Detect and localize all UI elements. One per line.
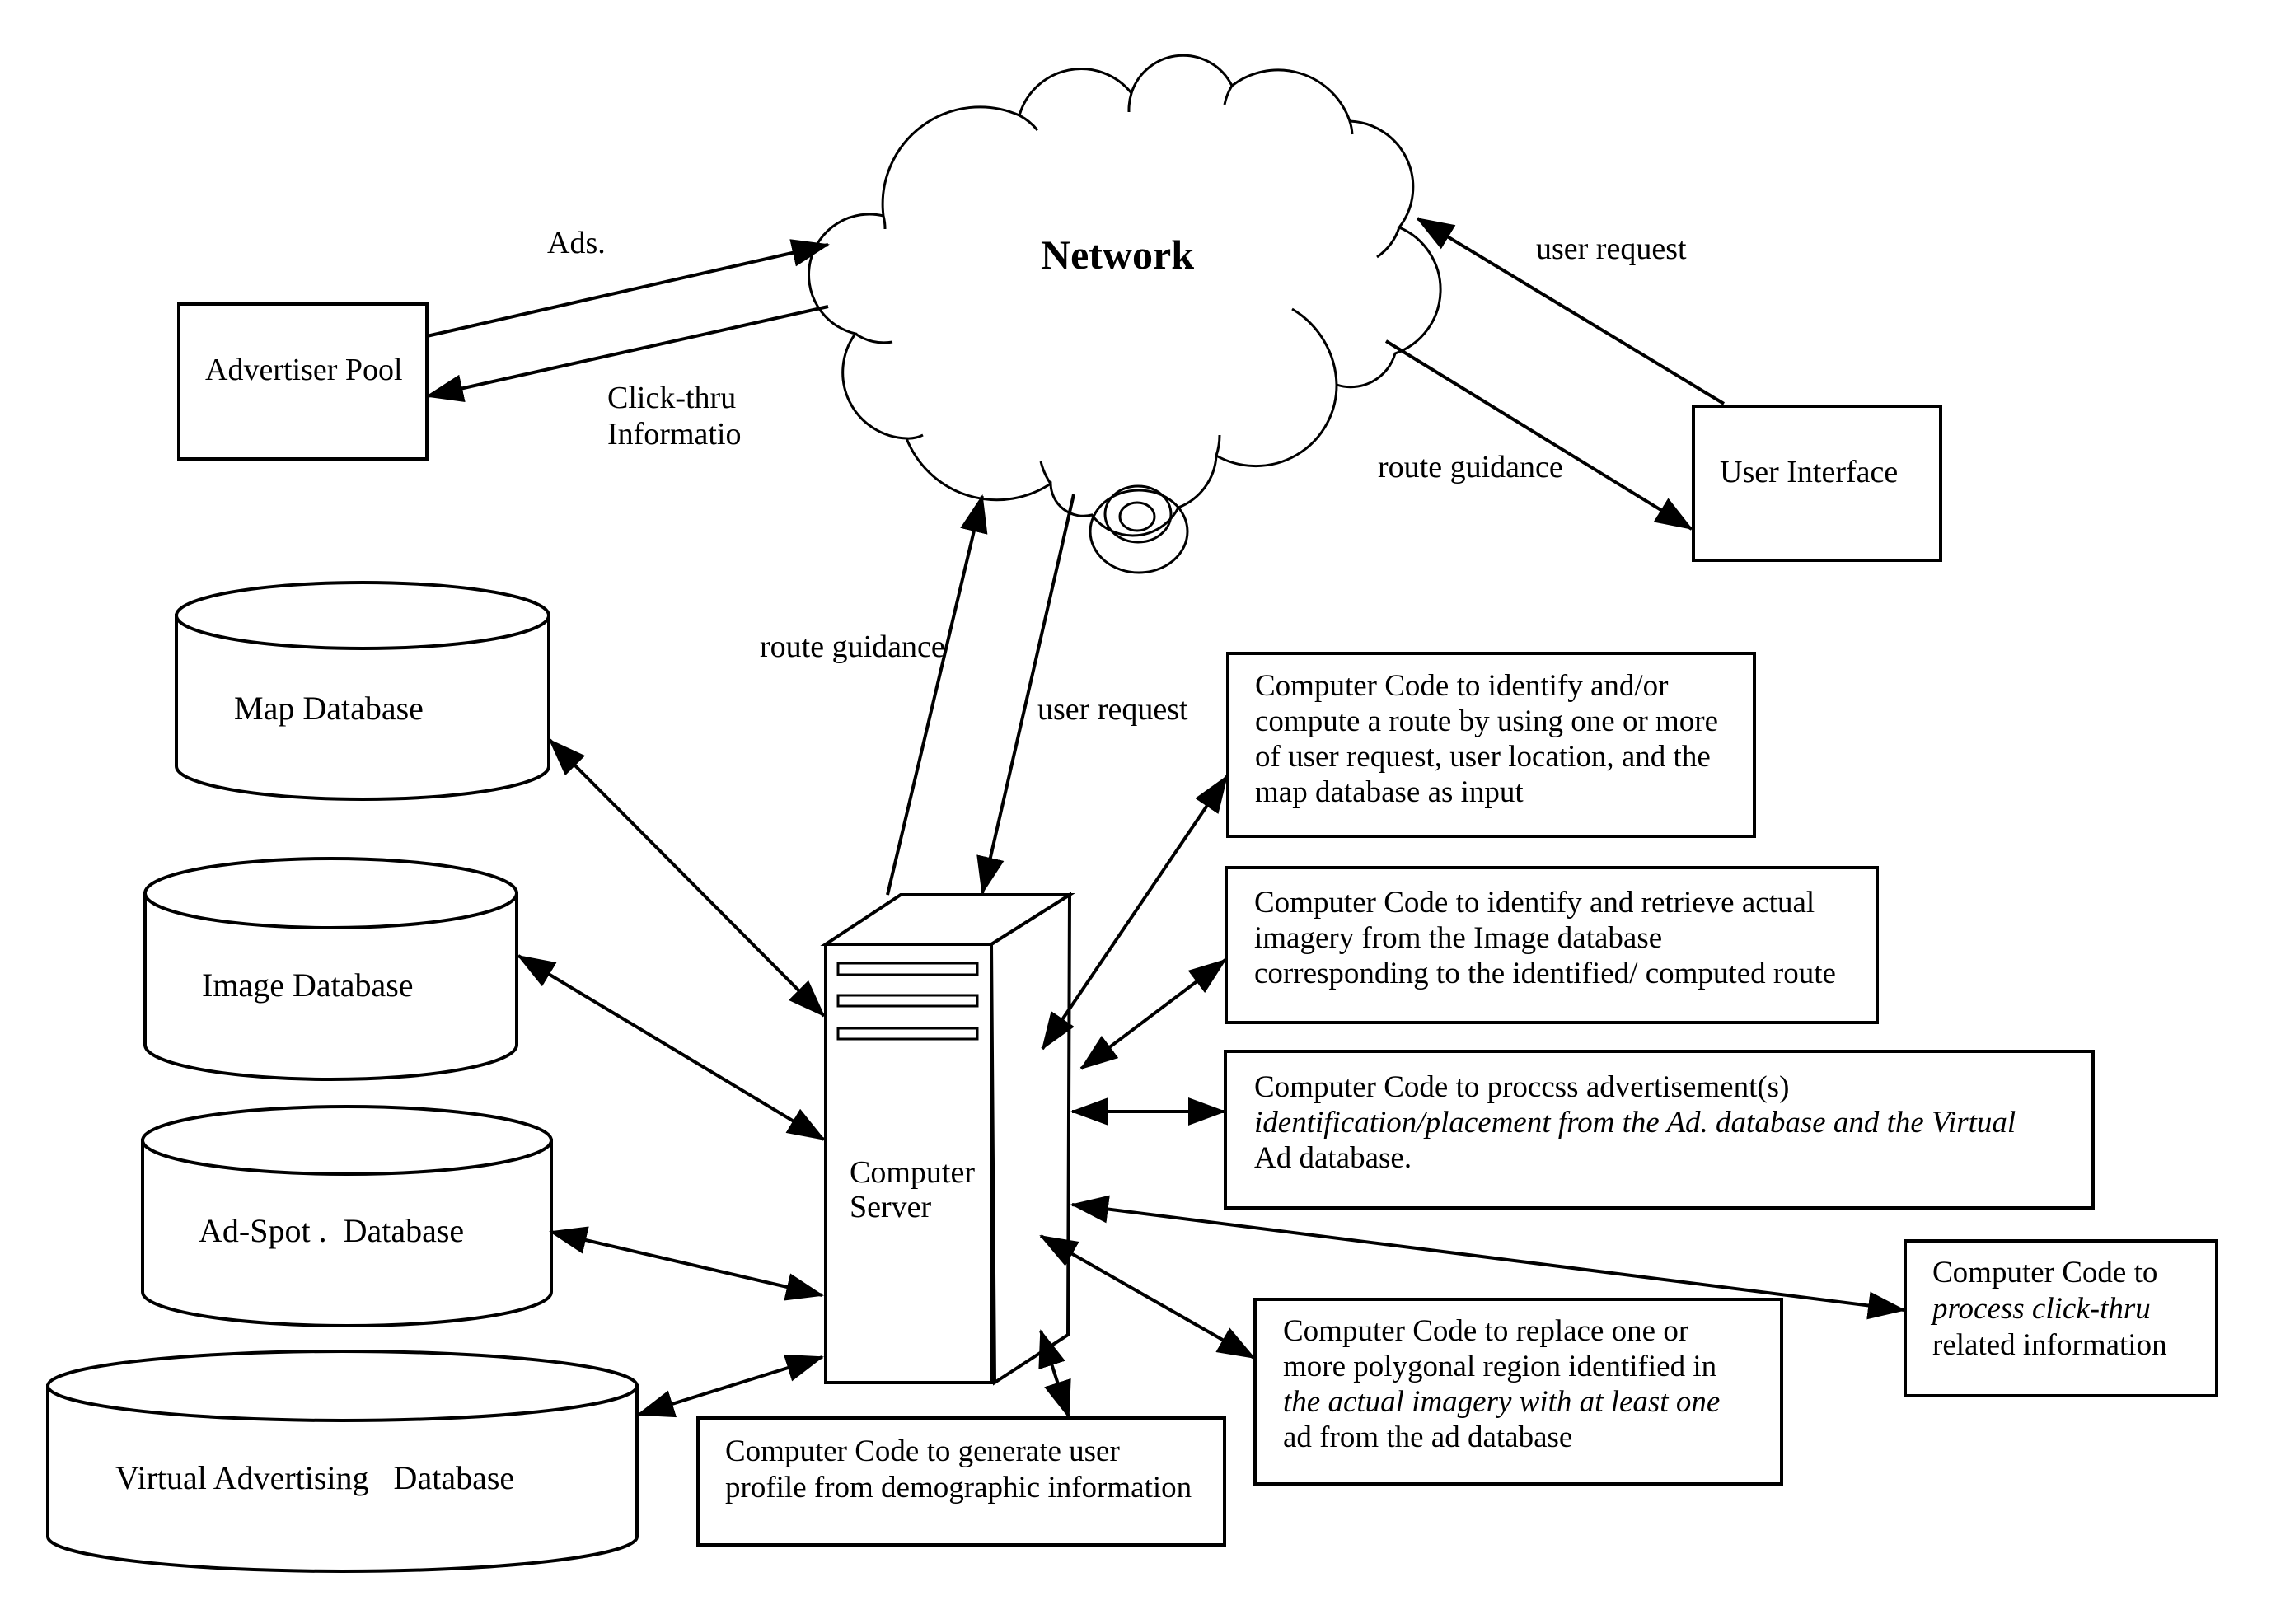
code-module-click-thru[interactable]: Computer Code toprocess click-thrurelate… bbox=[1904, 1239, 2218, 1397]
user-interface-label: User Interface bbox=[1720, 455, 1898, 489]
label-ui-user-request: user request bbox=[1536, 232, 1687, 266]
code-module-replace[interactable]: Computer Code to replace one ormore poly… bbox=[1253, 1298, 1783, 1486]
code-module-text-line: corresponding to the identified/ compute… bbox=[1254, 957, 1836, 990]
computer-server[interactable]: Computer Server bbox=[820, 892, 1075, 1386]
database-group: Map Database Image Database Ad-Spot . Data… bbox=[46, 581, 639, 1573]
network-label: Network bbox=[1041, 232, 1194, 278]
arrow-server-imagery-module bbox=[1079, 958, 1227, 1070]
database-map[interactable]: Map Database bbox=[175, 581, 550, 801]
arrow-map-db-server bbox=[548, 738, 826, 1018]
label-click-thru-line-1: Click-thru bbox=[607, 381, 736, 415]
code-module-text-line: map database as input bbox=[1255, 775, 1524, 809]
user-interface-box[interactable]: User Interface bbox=[1692, 405, 1942, 562]
code-module-text-line: related information bbox=[1932, 1328, 2167, 1362]
code-module-text-line: process click-thru bbox=[1930, 1292, 2151, 1326]
server-label-line-2: Server bbox=[850, 1190, 932, 1224]
arrow-ads-to-network bbox=[426, 239, 830, 338]
database-ad-spot[interactable]: Ad-Spot . Database bbox=[141, 1105, 553, 1327]
database-virtual[interactable]: Virtual Advertising Database bbox=[46, 1350, 639, 1573]
code-module-text-line: identification/placement from the Ad. da… bbox=[1254, 1106, 2016, 1140]
arrow-adspot-db-server bbox=[549, 1226, 824, 1301]
database-label: Ad-Spot . Database bbox=[199, 1212, 464, 1249]
arrow-virtual-db-server bbox=[636, 1354, 824, 1418]
code-module-text-line: ad from the ad database bbox=[1283, 1420, 1572, 1454]
arrow-image-db-server bbox=[517, 954, 826, 1141]
arrow-server-clickthru-module bbox=[1070, 1195, 1906, 1320]
server-tower-icon bbox=[820, 892, 1075, 1386]
database-label: Virtual Advertising Database bbox=[115, 1459, 514, 1496]
system-diagram: Network Advertiser Pool User Interface M… bbox=[46, 54, 2218, 1573]
network-cloud: Network bbox=[808, 54, 1442, 574]
code-module-text-line: Computer Code to bbox=[1932, 1256, 2157, 1289]
label-ui-route-guidance: route guidance bbox=[1378, 450, 1563, 484]
label-server-route-guidance: route guidance bbox=[760, 629, 945, 664]
code-module-profile[interactable]: Computer Code to generate userprofile fr… bbox=[696, 1416, 1226, 1547]
label-server-user-request: user request bbox=[1037, 692, 1188, 727]
code-module-text-line: Computer Code to replace one or bbox=[1283, 1314, 1688, 1348]
database-label: Map Database bbox=[234, 690, 424, 727]
server-label-line-1: Computer bbox=[850, 1155, 975, 1190]
arrow-server-replace-module bbox=[1039, 1234, 1256, 1360]
code-module-text-line: of user request, user location, and the bbox=[1255, 740, 1711, 774]
database-image[interactable]: Image Database bbox=[143, 857, 518, 1081]
database-label: Image Database bbox=[202, 966, 414, 1004]
code-module-route[interactable]: Computer Code to identify and/orcompute … bbox=[1226, 652, 1756, 838]
code-module-text-line: Computer Code to identify and retrieve a… bbox=[1254, 886, 1815, 920]
arrow-server-guidance-to-network bbox=[886, 494, 988, 896]
code-module-text-line: more polygonal region identified in bbox=[1283, 1350, 1716, 1383]
flow-labels: Ads. Click-thru Informatio user request … bbox=[547, 226, 1687, 727]
code-module-text-line: imagery from the Image database bbox=[1254, 921, 1662, 955]
code-module-text-line: Computer Code to generate user bbox=[725, 1434, 1120, 1468]
code-module-ad-process[interactable]: Computer Code to proccss advertisement(s… bbox=[1224, 1050, 2095, 1210]
code-module-text-line: compute a route by using one or more bbox=[1255, 704, 1718, 738]
arrow-network-guidance-to-ui bbox=[1384, 339, 1693, 531]
code-module-text-line: profile from demographic information bbox=[725, 1471, 1192, 1505]
code-module-text-line: the actual imagery with at least one bbox=[1283, 1385, 1720, 1419]
advertiser-pool-box[interactable]: Advertiser Pool bbox=[177, 302, 429, 461]
code-module-text-line: Computer Code to identify and/or bbox=[1255, 669, 1668, 703]
label-click-thru-line-2: Informatio bbox=[607, 417, 742, 452]
cloud-icon bbox=[808, 54, 1442, 537]
code-module-imagery[interactable]: Computer Code to identify and retrieve a… bbox=[1225, 866, 1879, 1024]
label-ads: Ads. bbox=[547, 226, 606, 260]
code-module-text-line: Ad database. bbox=[1254, 1141, 1412, 1175]
code-module-text-line: Computer Code to proccss advertisement(s… bbox=[1254, 1070, 1789, 1104]
advertiser-pool-label: Advertiser Pool bbox=[205, 353, 403, 387]
